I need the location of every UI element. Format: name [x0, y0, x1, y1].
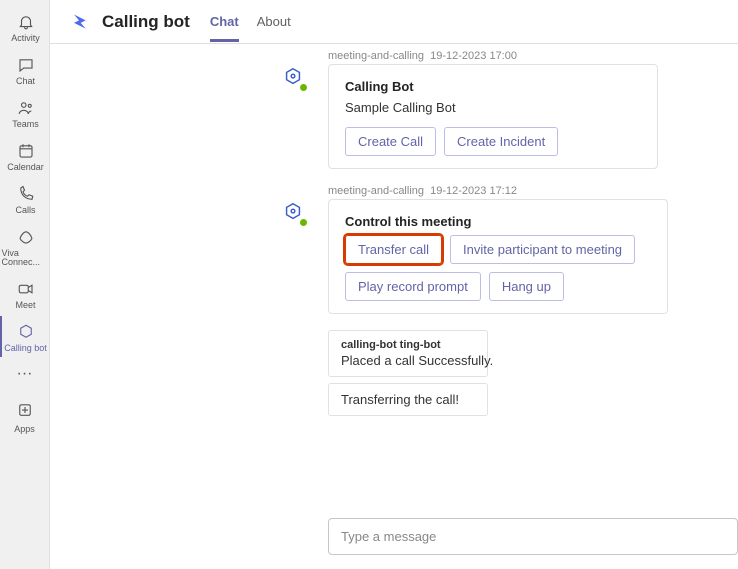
tab-about[interactable]: About — [257, 2, 291, 42]
calls-icon — [16, 184, 36, 204]
rail-item-label: Teams — [12, 120, 39, 129]
main-column: Calling bot Chat About meeting-and-calli… — [50, 0, 738, 569]
header: Calling bot Chat About — [50, 0, 738, 44]
message-meta: meeting-and-calling 19-12-2023 17:12 — [328, 185, 738, 197]
adaptive-card: Calling Bot Sample Calling Bot Create Ca… — [328, 64, 658, 169]
presence-available-icon — [299, 83, 308, 92]
message-sender: meeting-and-calling — [328, 185, 424, 197]
message-block: meeting-and-calling 19-12-2023 17:12 Con… — [280, 185, 738, 314]
message-text: Transferring the call! — [341, 392, 475, 407]
chat-icon — [16, 55, 36, 75]
bot-avatar — [280, 64, 306, 90]
rail-item-label: Viva Connec... — [2, 249, 50, 267]
create-incident-button[interactable]: Create Incident — [444, 127, 558, 156]
rail-item-label: Apps — [14, 424, 35, 434]
rail-item-calendar[interactable]: Calendar — [0, 135, 50, 176]
rail-item-label: Calling bot — [4, 344, 47, 353]
message-timestamp: 19-12-2023 17:00 — [430, 50, 517, 62]
rail-item-calling-bot[interactable]: Calling bot — [0, 316, 50, 357]
hang-up-button[interactable]: Hang up — [489, 272, 564, 301]
presence-available-icon — [299, 218, 308, 227]
transfer-call-button[interactable]: Transfer call — [345, 235, 442, 264]
rail-item-apps[interactable]: Apps — [0, 395, 50, 440]
apps-icon — [16, 401, 34, 422]
card-title: Calling Bot — [345, 79, 641, 94]
rail-item-label: Chat — [16, 77, 35, 86]
rail-item-chat[interactable]: Chat — [0, 49, 50, 90]
message-text: Placed a call Successfully. — [341, 353, 475, 368]
rail-item-label: Activity — [11, 34, 40, 43]
adaptive-card: Control this meeting Transfer call Invit… — [328, 199, 668, 314]
message-meta: meeting-and-calling 19-12-2023 17:00 — [328, 50, 738, 62]
message-thread: meeting-and-calling 19-12-2023 17:00 Cal… — [280, 50, 738, 416]
teams-icon — [16, 98, 36, 118]
meet-icon — [16, 279, 36, 299]
rail-item-label: Meet — [15, 301, 35, 310]
chat-area: meeting-and-calling 19-12-2023 17:00 Cal… — [50, 44, 738, 508]
page-title: Calling bot — [102, 12, 190, 32]
card-subtitle: Sample Calling Bot — [345, 100, 641, 115]
bell-icon — [16, 12, 36, 32]
calendar-icon — [16, 141, 36, 161]
rail-item-viva[interactable]: Viva Connec... — [0, 221, 50, 271]
rail-item-calls[interactable]: Calls — [0, 178, 50, 219]
rail-item-label: Calendar — [7, 163, 44, 172]
message-timestamp: 19-12-2023 17:12 — [430, 185, 517, 197]
create-call-button[interactable]: Create Call — [345, 127, 436, 156]
rail-item-meet[interactable]: Meet — [0, 273, 50, 314]
app-logo-icon — [68, 11, 90, 33]
rail-item-teams[interactable]: Teams — [0, 92, 50, 133]
app-rail: Activity Chat Teams Calendar Calls Viva … — [0, 0, 50, 569]
compose-input[interactable] — [328, 518, 738, 555]
rail-item-activity[interactable]: Activity — [0, 6, 50, 47]
viva-icon — [16, 227, 36, 247]
message-sender: calling-bot ting-bot — [341, 339, 475, 351]
compose-area — [50, 508, 738, 569]
bot-avatar — [280, 199, 306, 225]
invite-participant-button[interactable]: Invite participant to meeting — [450, 235, 635, 264]
message-sender: meeting-and-calling — [328, 50, 424, 62]
message-bubble: calling-bot ting-bot Placed a call Succe… — [328, 330, 488, 377]
tab-chat[interactable]: Chat — [210, 2, 239, 42]
play-record-prompt-button[interactable]: Play record prompt — [345, 272, 481, 301]
message-block: meeting-and-calling 19-12-2023 17:00 Cal… — [280, 50, 738, 169]
bot-icon — [16, 322, 36, 342]
tabs: Chat About — [210, 2, 291, 42]
card-title: Control this meeting — [345, 214, 651, 229]
rail-item-label: Calls — [15, 206, 35, 215]
card-actions: Create Call Create Incident — [345, 127, 641, 156]
card-actions: Transfer call Invite participant to meet… — [345, 235, 651, 301]
message-bubble: Transferring the call! — [328, 383, 488, 416]
rail-more[interactable]: ··· — [17, 359, 33, 389]
